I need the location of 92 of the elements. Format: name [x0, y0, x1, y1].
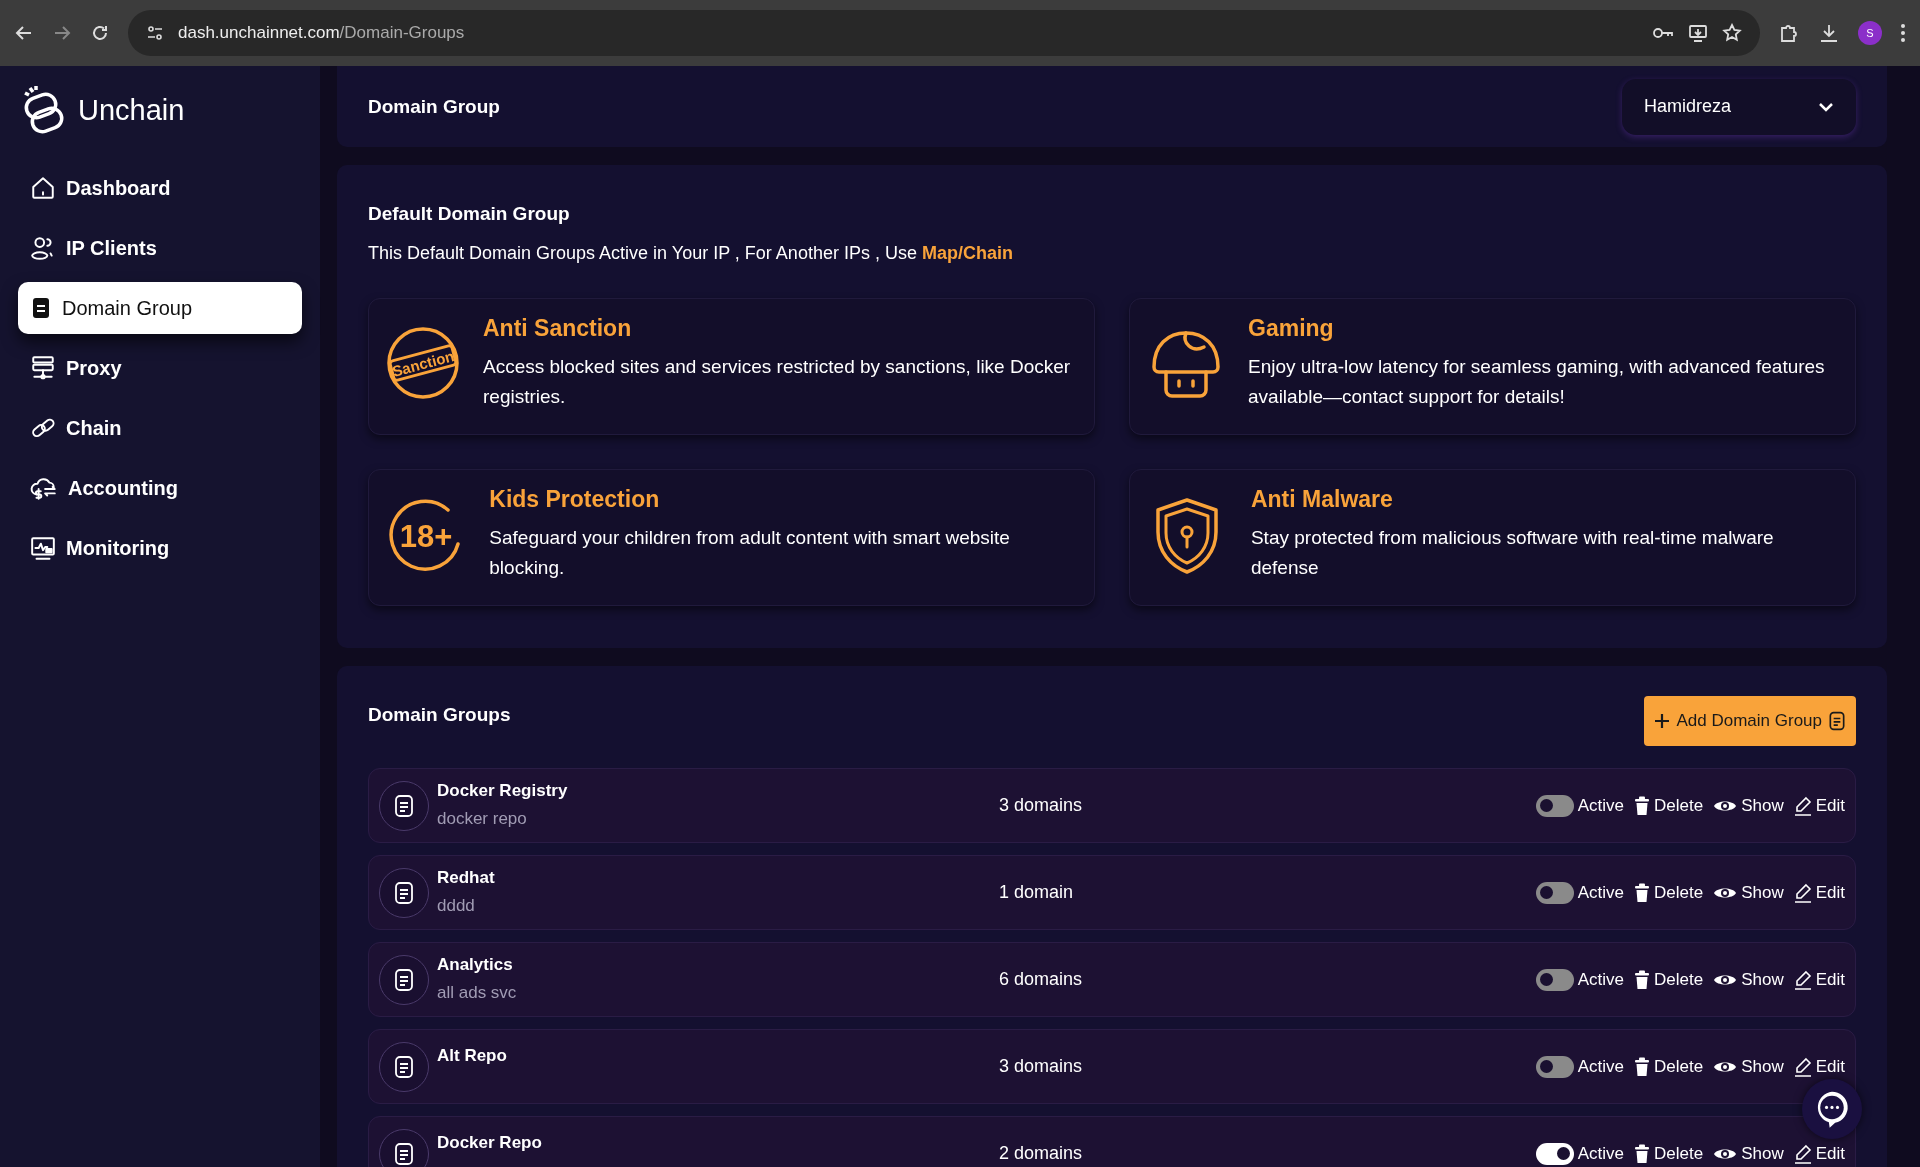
- trash-icon: [1634, 795, 1651, 816]
- chevron-down-icon: [1818, 101, 1834, 112]
- nav-item[interactable]: Domain Group: [18, 282, 302, 334]
- delete-button[interactable]: Delete: [1634, 882, 1704, 903]
- feature-description: Access blocked sites and services restricted by sanctions, like Docker registries.: [483, 355, 1072, 409]
- trash-icon: [1634, 969, 1651, 990]
- show-button[interactable]: Show: [1713, 882, 1784, 903]
- section-title: Default Domain Group: [368, 203, 571, 225]
- active-toggle[interactable]: Active: [1535, 968, 1625, 991]
- pencil-icon: [1793, 795, 1812, 816]
- group-description: docker repo: [437, 808, 528, 829]
- delete-button[interactable]: Delete: [1634, 1143, 1704, 1164]
- delete-button[interactable]: Delete: [1634, 795, 1704, 816]
- stamp-icon: Sanction: [385, 325, 461, 401]
- feature-description: Safeguard your children from adult content with smart website blocking.: [489, 526, 1011, 580]
- brand-name: Unchain: [78, 93, 185, 127]
- domain-count: 2 domains: [999, 1143, 1084, 1164]
- document-icon: [393, 967, 415, 992]
- nav-item[interactable]: Chain: [18, 402, 302, 454]
- nav-item[interactable]: Proxy: [18, 342, 302, 394]
- active-toggle[interactable]: Active: [1535, 1142, 1625, 1165]
- document-icon: [30, 296, 52, 320]
- star-icon[interactable]: [1722, 23, 1742, 43]
- cloud-money-icon: [30, 475, 58, 501]
- feature-description: Enjoy ultra-low latency for seamless gaming, with advanced features available—contact support for details!: [1248, 355, 1826, 409]
- reload-icon[interactable]: [90, 23, 110, 43]
- document-icon: [393, 793, 415, 818]
- user-select[interactable]: Hamidreza: [1622, 78, 1856, 135]
- active-toggle[interactable]: Active: [1535, 794, 1625, 817]
- show-button[interactable]: Show: [1713, 1056, 1784, 1077]
- pencil-icon: [1793, 882, 1812, 903]
- key-icon[interactable]: [1652, 25, 1674, 41]
- domain-count: 1 domain: [999, 882, 1075, 903]
- nav-item[interactable]: Monitoring: [18, 522, 302, 574]
- plus-icon: [1654, 713, 1671, 729]
- delete-button[interactable]: Delete: [1634, 969, 1704, 990]
- document-icon: [393, 1054, 415, 1079]
- domain-count: 3 domains: [999, 795, 1084, 816]
- feature-description: Stay protected from malicious software with real-time malware defense: [1250, 526, 1775, 580]
- page-title: Domain Group: [368, 95, 500, 118]
- monitor-icon: [30, 535, 56, 561]
- document-icon: [393, 1141, 415, 1166]
- group-description: dddd: [437, 895, 476, 916]
- users-icon: [30, 235, 56, 261]
- profile-avatar[interactable]: S: [1858, 21, 1882, 45]
- edit-button[interactable]: Edit: [1793, 795, 1845, 816]
- edit-button[interactable]: Edit: [1793, 882, 1845, 903]
- pencil-icon: [1793, 1143, 1812, 1164]
- group-name: Docker Registry: [437, 780, 568, 801]
- group-name: Docker Repo: [437, 1132, 542, 1153]
- edit-button[interactable]: Edit: [1793, 1056, 1845, 1077]
- download-icon[interactable]: [1818, 22, 1840, 44]
- edit-button[interactable]: Edit: [1793, 1143, 1845, 1164]
- section-title: Domain Groups: [368, 704, 511, 726]
- pencil-icon: [1793, 969, 1812, 990]
- show-button[interactable]: Show: [1713, 795, 1784, 816]
- group-name: Redhat: [437, 867, 495, 888]
- domain-count: 3 domains: [999, 1056, 1084, 1077]
- domain-count: 6 domains: [999, 969, 1084, 990]
- nav-item[interactable]: Dashboard: [18, 162, 302, 214]
- extensions-icon[interactable]: [1778, 22, 1800, 44]
- install-icon[interactable]: [1688, 23, 1708, 43]
- site-settings-icon: [146, 24, 164, 42]
- active-toggle[interactable]: Active: [1535, 1055, 1625, 1078]
- nav-item[interactable]: IP Clients: [18, 222, 302, 274]
- document-icon: [1828, 711, 1846, 731]
- group-name: Alt Repo: [437, 1045, 507, 1066]
- group-name: Analytics: [437, 954, 514, 975]
- section-description: This Default Domain Groups Active in Your IP , For Another IPs , Use Map/Chain: [368, 243, 1014, 264]
- map-chain-link[interactable]: Map/Chain: [921, 243, 1013, 263]
- nav-item[interactable]: Accounting: [18, 462, 302, 514]
- server-icon: [30, 355, 56, 381]
- feature-title: Anti Malware: [1250, 486, 1394, 513]
- trash-icon: [1634, 1143, 1651, 1164]
- pencil-icon: [1793, 1056, 1812, 1077]
- feature-title: Kids Protection: [489, 486, 661, 513]
- group-description: all ads svc: [437, 982, 517, 1003]
- show-button[interactable]: Show: [1713, 1143, 1784, 1164]
- trash-icon: [1634, 882, 1651, 903]
- feature-title: Gaming: [1248, 315, 1335, 342]
- address-bar[interactable]: dash.unchainnet.com/Domain-Groups: [128, 10, 1760, 56]
- trash-icon: [1634, 1056, 1651, 1077]
- active-toggle[interactable]: Active: [1535, 881, 1625, 904]
- document-icon: [393, 880, 415, 905]
- show-button[interactable]: Show: [1713, 969, 1784, 990]
- home-icon: [30, 175, 56, 201]
- feature-title: Anti Sanction: [483, 315, 633, 342]
- url-text: dash.unchainnet.com/Domain-Groups: [178, 23, 465, 43]
- delete-button[interactable]: Delete: [1634, 1056, 1704, 1077]
- edit-button[interactable]: Edit: [1793, 969, 1845, 990]
- add-domain-group-button[interactable]: Add Domain Group: [1644, 696, 1856, 746]
- menu-icon[interactable]: [1900, 23, 1906, 43]
